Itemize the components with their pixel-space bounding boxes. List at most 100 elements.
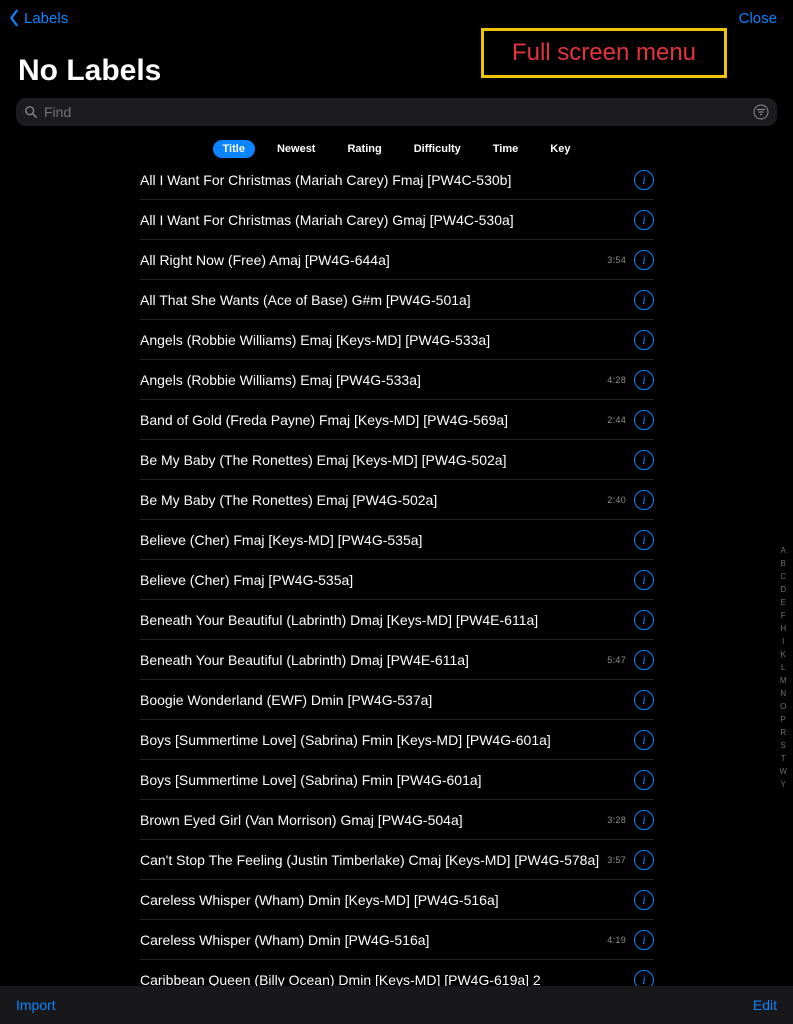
song-title: Be My Baby (The Ronettes) Emaj [Keys-MD]… [140, 452, 506, 468]
sort-tab-newest[interactable]: Newest [267, 140, 326, 158]
list-item[interactable]: Be My Baby (The Ronettes) Emaj [Keys-MD]… [140, 440, 654, 480]
index-letter[interactable]: I [779, 637, 787, 646]
list-item[interactable]: Angels (Robbie Williams) Emaj [PW4G-533a… [140, 360, 654, 400]
index-letter[interactable]: N [779, 689, 787, 698]
list-item[interactable]: Can't Stop The Feeling (Justin Timberlak… [140, 840, 654, 880]
index-letter[interactable]: W [779, 767, 787, 776]
info-icon[interactable]: i [634, 210, 654, 230]
song-duration: 3:54 [607, 255, 626, 265]
list-item[interactable]: Be My Baby (The Ronettes) Emaj [PW4G-502… [140, 480, 654, 520]
info-icon[interactable]: i [634, 930, 654, 950]
index-letter[interactable]: E [779, 598, 787, 607]
index-letter[interactable]: D [779, 585, 787, 594]
song-duration: 3:28 [607, 815, 626, 825]
list-item[interactable]: All Right Now (Free) Amaj [PW4G-644a] 3:5… [140, 240, 654, 280]
list-item[interactable]: All That She Wants (Ace of Base) G#m [PW… [140, 280, 654, 320]
index-letter[interactable]: S [779, 741, 787, 750]
index-letter[interactable]: M [779, 676, 787, 685]
list-item[interactable]: Believe (Cher) Fmaj [PW4G-535a] i [140, 560, 654, 600]
index-letter[interactable]: R [779, 728, 787, 737]
sort-tab-key[interactable]: Key [540, 140, 580, 158]
index-letter[interactable]: P [779, 715, 787, 724]
info-icon[interactable]: i [634, 690, 654, 710]
search-input[interactable] [38, 104, 753, 120]
info-icon[interactable]: i [634, 290, 654, 310]
list-item[interactable]: Boys [Summertime Love] (Sabrina) Fmin [K… [140, 720, 654, 760]
list-item[interactable]: Band of Gold (Freda Payne) Fmaj [Keys-MD… [140, 400, 654, 440]
song-duration: 2:40 [607, 495, 626, 505]
list-item[interactable]: Boogie Wonderland (EWF) Dmin [PW4G-537a]… [140, 680, 654, 720]
list-item[interactable]: All I Want For Christmas (Mariah Carey) … [140, 200, 654, 240]
info-icon[interactable]: i [634, 850, 654, 870]
info-icon[interactable]: i [634, 770, 654, 790]
back-button[interactable]: Labels [8, 9, 68, 27]
info-icon[interactable]: i [634, 370, 654, 390]
info-icon[interactable]: i [634, 890, 654, 910]
sort-tab-rating[interactable]: Rating [337, 140, 391, 158]
info-icon[interactable]: i [634, 530, 654, 550]
song-title: Boogie Wonderland (EWF) Dmin [PW4G-537a] [140, 692, 432, 708]
song-title: All Right Now (Free) Amaj [PW4G-644a] [140, 252, 390, 268]
sort-tab-title[interactable]: Title [213, 140, 255, 158]
song-title: Believe (Cher) Fmaj [PW4G-535a] [140, 572, 353, 588]
alpha-index[interactable]: ABCDEFHIKLMNOPRSTWY [779, 546, 787, 789]
song-title: All That She Wants (Ace of Base) G#m [PW… [140, 292, 471, 308]
info-icon[interactable]: i [634, 450, 654, 470]
song-title: All I Want For Christmas (Mariah Carey) … [140, 172, 511, 188]
list-area: All I Want For Christmas (Mariah Carey) … [0, 160, 793, 986]
info-icon[interactable]: i [634, 410, 654, 430]
list-item[interactable]: Careless Whisper (Wham) Dmin [PW4G-516a]… [140, 920, 654, 960]
list-item[interactable]: All I Want For Christmas (Mariah Carey) … [140, 160, 654, 200]
edit-button[interactable]: Edit [753, 997, 777, 1013]
list-item[interactable]: Beneath Your Beautiful (Labrinth) Dmaj [… [140, 600, 654, 640]
info-icon[interactable]: i [634, 610, 654, 630]
index-letter[interactable]: F [779, 611, 787, 620]
annotation-overlay: Full screen menu [481, 28, 727, 78]
info-icon[interactable]: i [634, 650, 654, 670]
index-letter[interactable]: Y [779, 780, 787, 789]
song-title: Boys [Summertime Love] (Sabrina) Fmin [K… [140, 732, 551, 748]
song-title: Beneath Your Beautiful (Labrinth) Dmaj [… [140, 652, 469, 668]
song-title: Careless Whisper (Wham) Dmin [Keys-MD] [… [140, 892, 499, 908]
info-icon[interactable]: i [634, 490, 654, 510]
song-duration: 3:57 [607, 855, 626, 865]
song-duration: 4:28 [607, 375, 626, 385]
close-button[interactable]: Close [739, 10, 781, 27]
info-icon[interactable]: i [634, 570, 654, 590]
index-letter[interactable]: K [779, 650, 787, 659]
song-title: Angels (Robbie Williams) Emaj [PW4G-533a… [140, 372, 421, 388]
list-item[interactable]: Believe (Cher) Fmaj [Keys-MD] [PW4G-535a… [140, 520, 654, 560]
list-item[interactable]: Boys [Summertime Love] (Sabrina) Fmin [P… [140, 760, 654, 800]
index-letter[interactable]: O [779, 702, 787, 711]
info-icon[interactable]: i [634, 330, 654, 350]
index-letter[interactable]: B [779, 559, 787, 568]
song-list: All I Want For Christmas (Mariah Carey) … [140, 160, 654, 986]
index-letter[interactable]: A [779, 546, 787, 555]
search-bar[interactable] [16, 98, 777, 126]
sort-tab-difficulty[interactable]: Difficulty [404, 140, 471, 158]
list-item[interactable]: Beneath Your Beautiful (Labrinth) Dmaj [… [140, 640, 654, 680]
index-letter[interactable]: C [779, 572, 787, 581]
sort-tabs: Title Newest Rating Difficulty Time Key [0, 140, 793, 158]
info-icon[interactable]: i [634, 810, 654, 830]
annotation-text: Full screen menu [512, 39, 696, 67]
list-item[interactable]: Brown Eyed Girl (Van Morrison) Gmaj [PW4… [140, 800, 654, 840]
info-icon[interactable]: i [634, 730, 654, 750]
song-title: Beneath Your Beautiful (Labrinth) Dmaj [… [140, 612, 538, 628]
info-icon[interactable]: i [634, 250, 654, 270]
filter-icon[interactable] [753, 104, 769, 120]
list-item[interactable]: Careless Whisper (Wham) Dmin [Keys-MD] [… [140, 880, 654, 920]
song-title: Brown Eyed Girl (Van Morrison) Gmaj [PW4… [140, 812, 463, 828]
list-item[interactable]: Caribbean Queen (Billy Ocean) Dmin [Keys… [140, 960, 654, 986]
header: Labels Close [0, 0, 793, 30]
song-duration: 2:44 [607, 415, 626, 425]
sort-tab-time[interactable]: Time [483, 140, 528, 158]
info-icon[interactable]: i [634, 970, 654, 987]
list-item[interactable]: Angels (Robbie Williams) Emaj [Keys-MD] … [140, 320, 654, 360]
index-letter[interactable]: L [779, 663, 787, 672]
index-letter[interactable]: H [779, 624, 787, 633]
import-button[interactable]: Import [16, 997, 56, 1013]
index-letter[interactable]: T [779, 754, 787, 763]
info-icon[interactable]: i [634, 170, 654, 190]
song-title: Careless Whisper (Wham) Dmin [PW4G-516a] [140, 932, 429, 948]
